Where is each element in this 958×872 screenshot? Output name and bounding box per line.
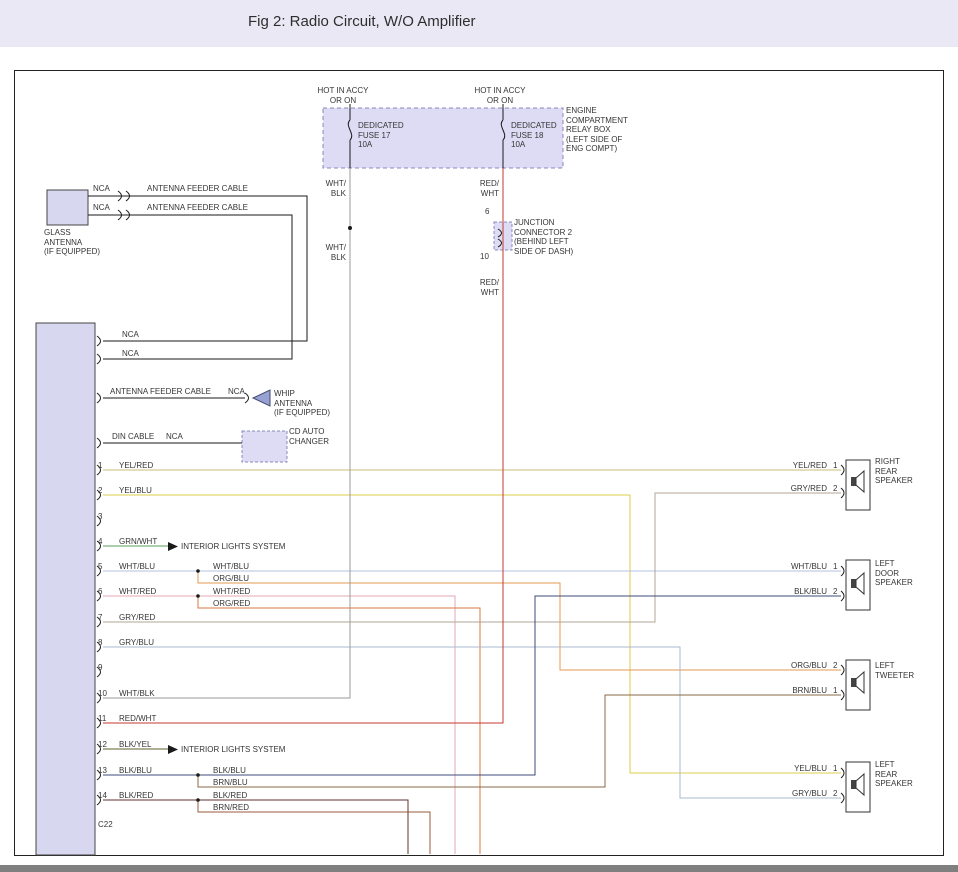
speaker-pin-number: 1 <box>833 562 837 572</box>
pin-number: 3 <box>98 512 102 522</box>
wht-blk-label-upper: WHT/ BLK <box>318 179 346 198</box>
pin-number: 2 <box>98 486 102 496</box>
nca-label-1: NCA <box>93 184 110 194</box>
antenna-feeder-label-1: ANTENNA FEEDER CABLE <box>147 184 248 194</box>
pin-wire-label: GRY/BLU <box>119 638 154 648</box>
speaker-icon-left-tweeter <box>846 660 870 710</box>
red-wht-label-upper: RED/ WHT <box>471 179 499 198</box>
pin-number: 6 <box>98 587 102 597</box>
radio-unit-box <box>36 323 95 855</box>
radio-connector-id: C22 <box>98 820 113 830</box>
cd-changer-label: CD AUTO CHANGER <box>289 427 329 446</box>
junction-pin-6: 6 <box>485 207 489 217</box>
speaker-pin-number: 2 <box>833 484 837 494</box>
pin-number: 12 <box>98 740 107 750</box>
wire-branch-label: ORG/BLU <box>213 574 249 584</box>
pin-number: 8 <box>98 638 102 648</box>
din-cable-label: DIN CABLE <box>112 432 154 442</box>
pin-wire-label: WHT/RED <box>119 587 156 597</box>
wire-branch-label: BRN/BLU <box>213 778 248 788</box>
pin-number: 13 <box>98 766 107 776</box>
junction-pin-10: 10 <box>480 252 489 262</box>
bottom-window-edge <box>0 865 958 872</box>
pin-wire-label: WHT/BLU <box>119 562 155 572</box>
speaker-icon-left-door <box>846 560 870 610</box>
whip-antenna-label: WHIP ANTENNA (IF EQUIPPED) <box>274 389 330 418</box>
pin-number: 1 <box>98 461 102 471</box>
pin-wire-label: BLK/RED <box>119 791 153 801</box>
nca-label-2: NCA <box>93 203 110 213</box>
pin-number: 9 <box>98 663 102 673</box>
pin-wire-label: BLK/BLU <box>119 766 152 776</box>
speaker-wire-label: BLK/BLU <box>770 587 827 597</box>
speaker-wire-label: YEL/RED <box>770 461 827 471</box>
speaker-wire-label: BRN/BLU <box>770 686 827 696</box>
glass-antenna-box <box>47 190 88 225</box>
wire-continuation-label: WHT/RED <box>213 587 250 597</box>
pin-wire-label: RED/WHT <box>119 714 156 724</box>
speaker-pin-number: 2 <box>833 789 837 799</box>
speaker-pin-number: 1 <box>833 686 837 696</box>
hot-in-accy-label-2: HOT IN ACCY OR ON <box>473 86 527 105</box>
wht-blk-label-lower: WHT/ BLK <box>318 243 346 262</box>
speaker-pin-number: 2 <box>833 587 837 597</box>
speaker-name-left-tweeter: LEFT TWEETER <box>875 661 914 680</box>
fuse-18-label: DEDICATED FUSE 18 10A <box>511 121 557 150</box>
nca-label-6: NCA <box>166 432 183 442</box>
interior-lights-label-1: INTERIOR LIGHTS SYSTEM <box>181 542 285 552</box>
junction-connector-label: JUNCTION CONNECTOR 2 (BEHIND LEFT SIDE O… <box>514 218 573 256</box>
red-wht-label-lower: RED/ WHT <box>471 278 499 297</box>
speaker-wire-label: GRY/RED <box>770 484 827 494</box>
speaker-wire-label: YEL/BLU <box>770 764 827 774</box>
interior-lights-label-2: INTERIOR LIGHTS SYSTEM <box>181 745 285 755</box>
speaker-name-left-rear: LEFT REAR SPEAKER <box>875 760 913 789</box>
antenna-feeder-label-2: ANTENNA FEEDER CABLE <box>147 203 248 213</box>
speaker-pin-number: 1 <box>833 764 837 774</box>
speaker-pin-number: 2 <box>833 661 837 671</box>
nca-label-5: NCA <box>228 387 245 397</box>
pin-number: 5 <box>98 562 102 572</box>
speaker-wire-label: ORG/BLU <box>770 661 827 671</box>
pin-number: 7 <box>98 613 102 623</box>
pin-wire-label: WHT/BLK <box>119 689 155 699</box>
speaker-name-right-rear: RIGHT REAR SPEAKER <box>875 457 913 486</box>
nca-label-3: NCA <box>122 330 139 340</box>
antenna-feeder-label-3: ANTENNA FEEDER CABLE <box>110 387 211 397</box>
glass-antenna-label: GLASS ANTENNA (IF EQUIPPED) <box>44 228 100 257</box>
pin-number: 10 <box>98 689 107 699</box>
nca-label-4: NCA <box>122 349 139 359</box>
wire-branch-label: BRN/RED <box>213 803 249 813</box>
speaker-icon-right-rear <box>846 460 870 510</box>
pin-number: 4 <box>98 537 102 547</box>
speaker-wire-label: GRY/BLU <box>770 789 827 799</box>
wire-continuation-label: BLK/RED <box>213 791 247 801</box>
fuse-17-label: DEDICATED FUSE 17 10A <box>358 121 404 150</box>
speaker-wire-label: WHT/BLU <box>770 562 827 572</box>
speaker-name-left-door: LEFT DOOR SPEAKER <box>875 559 913 588</box>
cd-changer-box <box>242 431 287 462</box>
pin-wire-label: YEL/BLU <box>119 486 152 496</box>
pin-wire-label: YEL/RED <box>119 461 153 471</box>
speaker-icon-left-rear <box>846 762 870 812</box>
hot-in-accy-label-1: HOT IN ACCY OR ON <box>316 86 370 105</box>
wire-continuation-label: BLK/BLU <box>213 766 246 776</box>
relay-box-label: ENGINE COMPARTMENT RELAY BOX (LEFT SIDE … <box>566 106 628 154</box>
wire-branch-label: ORG/RED <box>213 599 250 609</box>
pin-number: 11 <box>98 714 106 724</box>
wire-continuation-label: WHT/BLU <box>213 562 249 572</box>
pin-wire-label: GRN/WHT <box>119 537 157 547</box>
pin-number: 14 <box>98 791 107 801</box>
pin-wire-label: BLK/YEL <box>119 740 151 750</box>
pin-wire-label: GRY/RED <box>119 613 155 623</box>
speaker-pin-number: 1 <box>833 461 837 471</box>
